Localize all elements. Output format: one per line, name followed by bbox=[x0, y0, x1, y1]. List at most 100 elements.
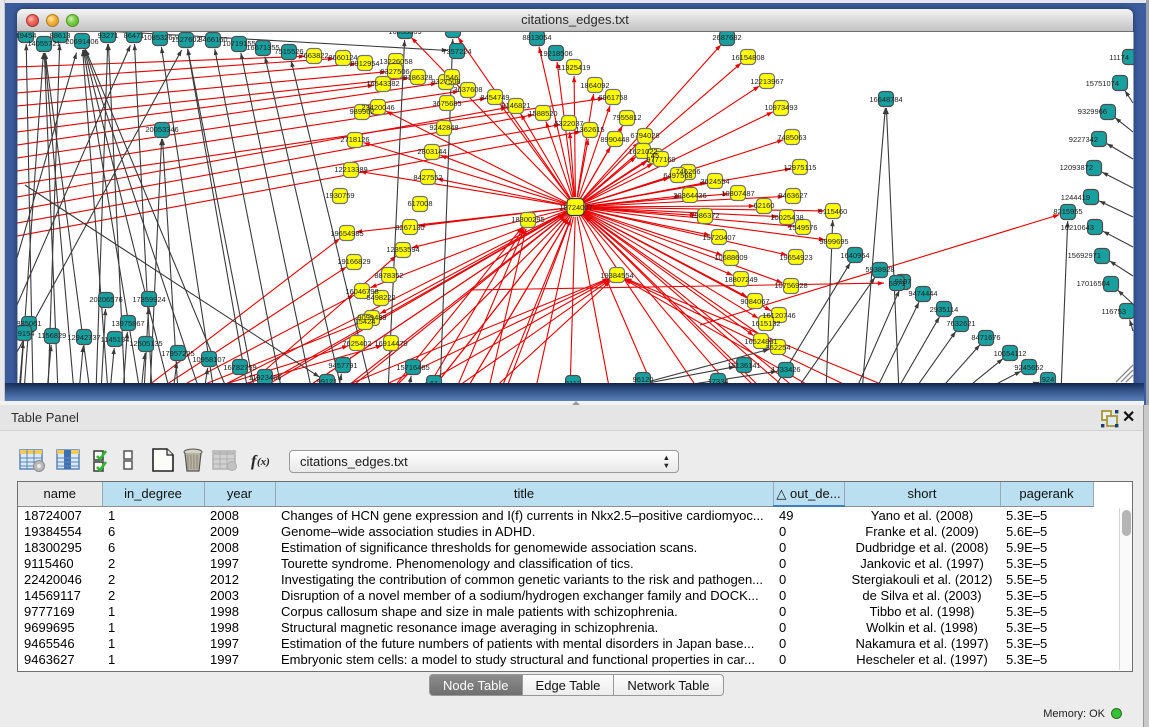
svg-text:1362615: 1362615 bbox=[575, 125, 604, 134]
svg-text:6961758: 6961758 bbox=[598, 93, 627, 102]
svg-text:10756928: 10756928 bbox=[774, 281, 807, 290]
svg-text:6871: 6871 bbox=[889, 279, 906, 288]
svg-text:17016504: 17016504 bbox=[1077, 279, 1110, 288]
svg-text:11923466: 11923466 bbox=[249, 373, 282, 382]
svg-text:15136141: 15136141 bbox=[727, 361, 760, 370]
svg-text:19384554: 19384554 bbox=[600, 271, 633, 280]
svg-text:9899695: 9899695 bbox=[819, 237, 848, 246]
svg-text:(x): (x) bbox=[257, 456, 270, 468]
svg-text:16782759: 16782759 bbox=[223, 363, 256, 372]
svg-text:7485063: 7485063 bbox=[777, 133, 806, 142]
svg-text:9245652: 9245652 bbox=[1014, 363, 1043, 372]
svg-text:7986372: 7986372 bbox=[690, 211, 719, 220]
svg-text:7663822: 7663822 bbox=[299, 51, 328, 60]
svg-text:18807249: 18807249 bbox=[724, 275, 757, 284]
svg-text:546: 546 bbox=[446, 73, 459, 82]
svg-text:1145194: 1145194 bbox=[101, 335, 130, 344]
svg-text:93271: 93271 bbox=[98, 31, 119, 40]
svg-text:835061: 835061 bbox=[16, 319, 41, 328]
svg-text:3624554: 3624554 bbox=[700, 177, 729, 186]
svg-text:252254: 252254 bbox=[765, 343, 790, 352]
svg-text:19166829: 19166829 bbox=[337, 257, 370, 266]
svg-text:1527602: 1527602 bbox=[171, 35, 200, 44]
svg-text:20053346: 20053346 bbox=[145, 125, 178, 134]
svg-text:7625402: 7625402 bbox=[342, 339, 371, 348]
svg-text:12093872: 12093872 bbox=[1060, 163, 1093, 172]
svg-text:15692971: 15692971 bbox=[1068, 251, 1101, 260]
svg-text:1864092: 1864092 bbox=[580, 81, 609, 90]
svg-text:18724007: 18724007 bbox=[559, 203, 592, 212]
svg-text:16154808: 16154808 bbox=[731, 53, 764, 62]
svg-text:8215955: 8215955 bbox=[1053, 207, 1082, 216]
svg-text:8186328: 8186328 bbox=[403, 73, 432, 82]
svg-text:1244419: 1244419 bbox=[1061, 193, 1090, 202]
svg-text:8912954: 8912954 bbox=[350, 59, 379, 68]
svg-text:12942737: 12942737 bbox=[67, 333, 100, 342]
svg-text:1733426: 1733426 bbox=[771, 365, 800, 374]
svg-text:61: 61 bbox=[430, 379, 438, 388]
svg-text:1930759: 1930759 bbox=[325, 191, 354, 200]
svg-text:8267130: 8267130 bbox=[395, 223, 424, 232]
svg-text:8112: 8112 bbox=[565, 379, 581, 388]
svg-text:9474444: 9474444 bbox=[908, 289, 937, 298]
svg-text:116753: 116753 bbox=[1102, 307, 1126, 316]
svg-text:12213967: 12213967 bbox=[750, 77, 783, 86]
svg-text:7955812: 7955812 bbox=[612, 113, 641, 122]
svg-text:18300295: 18300295 bbox=[511, 215, 544, 224]
svg-text:8878352: 8878352 bbox=[374, 271, 403, 280]
svg-text:9463627: 9463627 bbox=[778, 191, 807, 200]
svg-text:14055721: 14055721 bbox=[27, 39, 60, 48]
svg-text:2803144: 2803144 bbox=[417, 147, 446, 156]
svg-text:39154: 39154 bbox=[14, 329, 35, 338]
svg-text:17957225: 17957225 bbox=[161, 349, 194, 358]
svg-text:10807487: 10807487 bbox=[721, 189, 754, 198]
svg-text:19654985: 19654985 bbox=[330, 229, 363, 238]
svg-text:617008: 617008 bbox=[407, 199, 432, 208]
svg-text:16543382: 16543382 bbox=[366, 79, 399, 88]
svg-text:10688609: 10688609 bbox=[714, 253, 747, 262]
svg-text:15424: 15424 bbox=[355, 317, 376, 326]
svg-text:96120: 96120 bbox=[633, 375, 654, 384]
svg-text:86471: 86471 bbox=[124, 31, 145, 40]
svg-text:9777169: 9777169 bbox=[646, 155, 675, 164]
svg-text:15751074: 15751074 bbox=[1086, 79, 1119, 88]
svg-text:9084067: 9084067 bbox=[740, 297, 769, 306]
svg-text:20364436: 20364436 bbox=[673, 191, 706, 200]
svg-text:8427552: 8427552 bbox=[413, 173, 442, 182]
svg-text:6497568: 6497568 bbox=[663, 171, 692, 180]
svg-text:1588520: 1588520 bbox=[528, 109, 557, 118]
svg-text:16648784: 16648784 bbox=[869, 95, 902, 104]
svg-text:1615132: 1615132 bbox=[751, 319, 780, 328]
svg-text:989962: 989962 bbox=[349, 107, 374, 116]
svg-text:5938928: 5938928 bbox=[865, 265, 894, 274]
svg-text:10654112: 10654112 bbox=[994, 349, 1027, 358]
svg-text:7357224: 7357224 bbox=[442, 47, 471, 56]
svg-text:20691406: 20691406 bbox=[65, 37, 98, 46]
svg-text:9115460: 9115460 bbox=[819, 207, 848, 216]
svg-text:2718126: 2718126 bbox=[340, 135, 369, 144]
svg-text:12213389: 12213389 bbox=[334, 165, 367, 174]
svg-text:924: 924 bbox=[1042, 375, 1055, 384]
svg-text:12975115: 12975115 bbox=[784, 163, 817, 172]
svg-text:3637608: 3637608 bbox=[453, 85, 482, 94]
svg-text:8813054: 8813054 bbox=[522, 33, 551, 42]
svg-text:9227342: 9227342 bbox=[1069, 135, 1098, 144]
svg-text:12505135: 12505135 bbox=[129, 339, 162, 348]
svg-text:7632621: 7632621 bbox=[946, 319, 975, 328]
svg-text:16033809: 16033809 bbox=[388, 27, 421, 36]
svg-text:13226058: 13226058 bbox=[379, 57, 412, 66]
svg-text:13975867: 13975867 bbox=[111, 319, 144, 328]
svg-text:9242848: 9242848 bbox=[429, 123, 458, 132]
svg-text:16914479: 16914479 bbox=[374, 339, 407, 348]
svg-text:10973493: 10973493 bbox=[764, 103, 797, 112]
svg-text:19218506: 19218506 bbox=[539, 49, 572, 58]
svg-text:15720407: 15720407 bbox=[702, 233, 735, 242]
svg-text:8990448: 8990448 bbox=[600, 135, 629, 144]
svg-text:99121: 99121 bbox=[317, 377, 338, 386]
svg-text:9329966: 9329966 bbox=[1078, 107, 1107, 116]
svg-text:12353594: 12353594 bbox=[386, 245, 419, 254]
svg-text:3675685: 3675685 bbox=[432, 99, 461, 108]
svg-text:19654923: 19654923 bbox=[779, 253, 812, 262]
svg-text:16210643: 16210643 bbox=[1061, 223, 1094, 232]
svg-text:6794028: 6794028 bbox=[630, 131, 659, 140]
